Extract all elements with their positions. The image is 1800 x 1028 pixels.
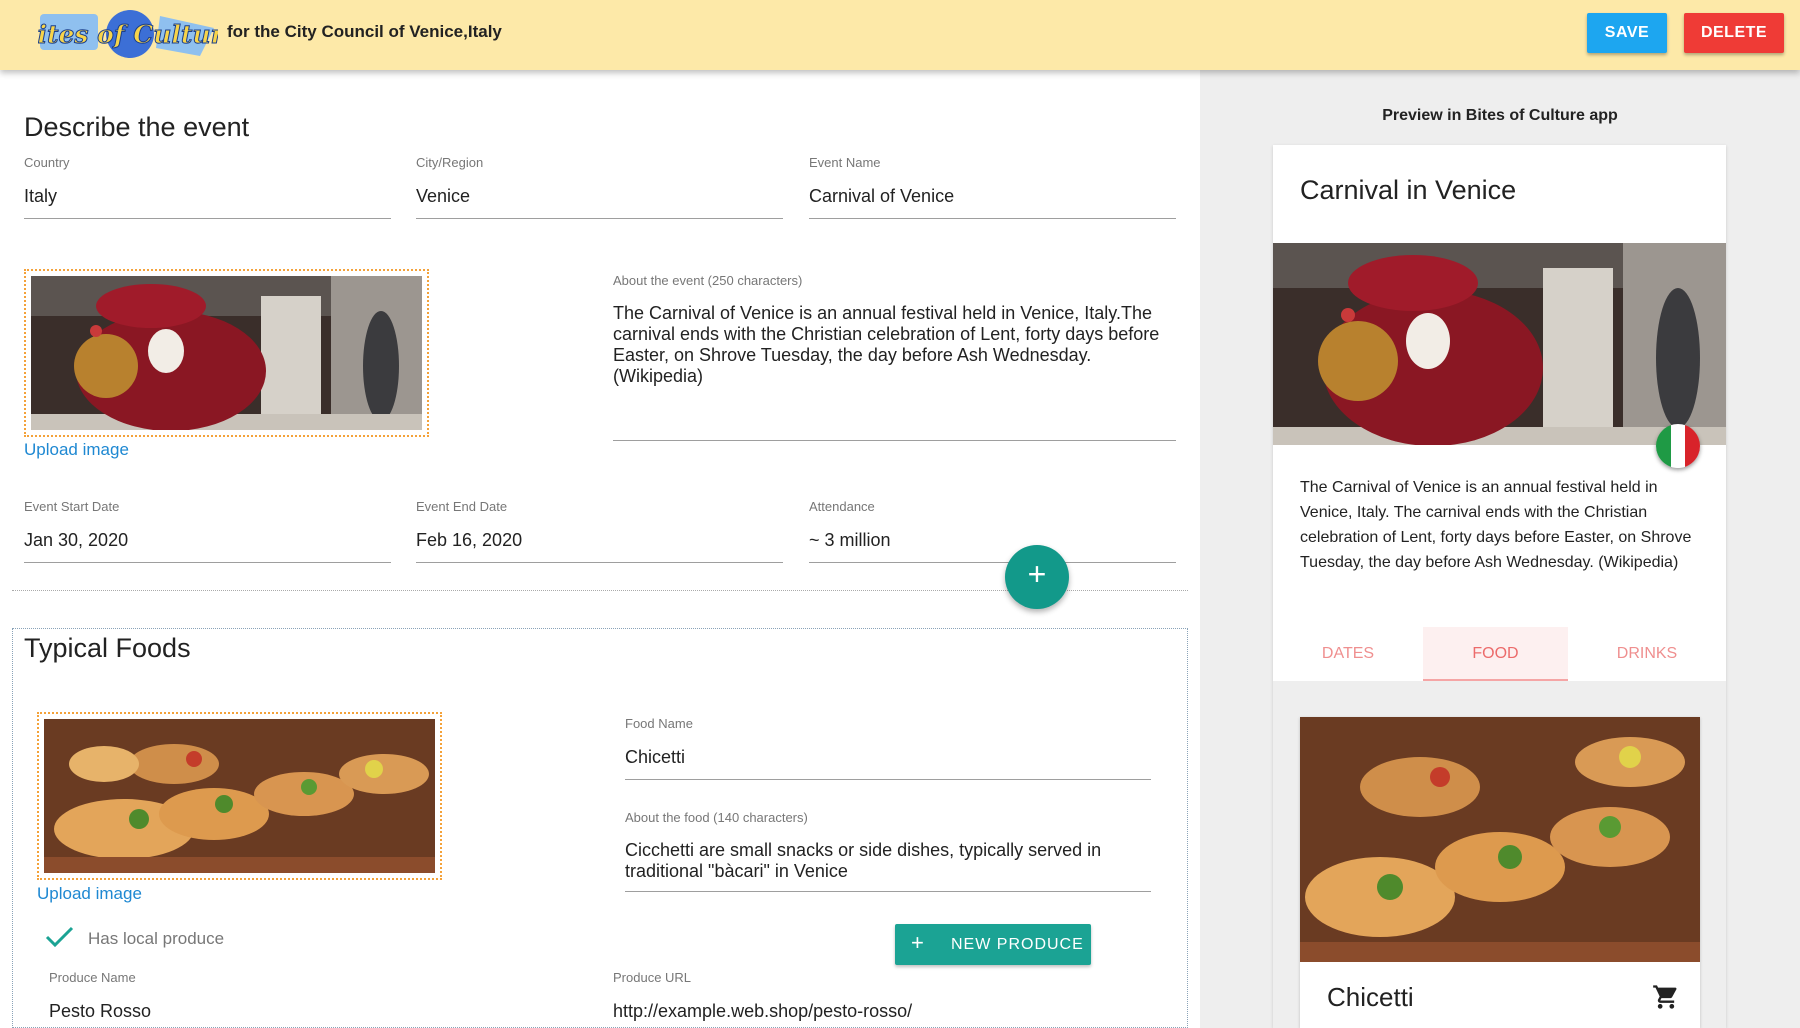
tab-drinks[interactable]: DRINKS: [1568, 627, 1726, 681]
produce-url-field[interactable]: Produce URL http://example.web.shop/pest…: [613, 970, 1153, 1028]
end-date-value: Feb 16, 2020: [416, 530, 523, 550]
event-about-label: About the event (250 characters): [613, 273, 803, 288]
new-produce-label: NEW PRODUCE: [951, 936, 1084, 953]
food-about-value: Cicchetti are small snacks or side dishe…: [625, 840, 1102, 881]
produce-name-label: Produce Name: [49, 970, 136, 985]
end-date-field[interactable]: Event End Date Feb 16, 2020: [416, 499, 783, 563]
new-produce-button[interactable]: + NEW PRODUCE: [895, 924, 1091, 965]
start-date-field[interactable]: Event Start Date Jan 30, 2020: [24, 499, 391, 563]
attendance-field[interactable]: Attendance ~ 3 million: [809, 499, 1176, 563]
event-name-label: Event Name: [809, 155, 881, 170]
event-about-value: The Carnival of Venice is an annual fest…: [613, 303, 1160, 386]
city-value: Venice: [416, 186, 471, 206]
food-name-label: Food Name: [625, 716, 693, 731]
app-header: Bites of Culture for the City Council of…: [0, 0, 1800, 70]
food-name-field[interactable]: Food Name Chicetti: [625, 716, 1151, 780]
check-icon[interactable]: [45, 925, 75, 949]
delete-button[interactable]: DELETE: [1684, 13, 1784, 53]
attendance-label: Attendance: [809, 499, 875, 514]
city-field[interactable]: City/Region Venice: [416, 155, 783, 219]
tab-food[interactable]: FOOD: [1423, 627, 1568, 681]
food-upload-image-link[interactable]: Upload image: [37, 884, 142, 904]
country-value: Italy: [24, 186, 58, 206]
start-date-label: Event Start Date: [24, 499, 120, 514]
event-name-value: Carnival of Venice: [809, 186, 955, 206]
country-field[interactable]: Country Italy: [24, 155, 391, 219]
preview-title: Carnival in Venice: [1300, 175, 1517, 205]
event-upload-image-link[interactable]: Upload image: [24, 440, 129, 460]
produce-name-field[interactable]: Produce Name Pesto Rosso: [49, 970, 569, 1028]
preview-heading: Preview in Bites of Culture app: [1382, 107, 1618, 124]
plus-icon: +: [1027, 556, 1047, 592]
food-about-label: About the food (140 characters): [625, 810, 808, 825]
italy-flag-icon: [1656, 424, 1700, 468]
food-image-dropzone[interactable]: [37, 712, 442, 880]
has-local-produce-label: Has local produce: [88, 929, 225, 948]
save-button[interactable]: SAVE: [1587, 13, 1667, 53]
tab-dates[interactable]: DATES: [1273, 627, 1423, 681]
logo-icon: Bites of Culture: [38, 10, 218, 58]
preview-description: The Carnival of Venice is an annual fest…: [1300, 479, 1692, 571]
preview-food-card[interactable]: Chicetti: [1300, 717, 1700, 1028]
food-name-value: Chicetti: [625, 747, 686, 767]
food-image: [44, 719, 435, 873]
header-tagline: for the City Council of Venice,Italy: [227, 22, 502, 41]
produce-name-value: Pesto Rosso: [49, 1001, 152, 1021]
start-date-value: Jan 30, 2020: [24, 530, 129, 550]
plus-icon: +: [911, 930, 925, 955]
preview-event-image: [1273, 243, 1726, 445]
event-image-dropzone[interactable]: [24, 269, 429, 437]
preview-food-image: [1300, 717, 1700, 962]
end-date-label: Event End Date: [416, 499, 508, 514]
city-label: City/Region: [416, 155, 484, 170]
produce-url-label: Produce URL: [613, 970, 692, 985]
svg-text:Bites of Culture: Bites of Culture: [38, 20, 218, 49]
cart-icon[interactable]: [1652, 983, 1680, 1011]
event-name-field[interactable]: Event Name Carnival of Venice: [809, 155, 1176, 219]
carnival-image: [31, 276, 422, 431]
event-about-field[interactable]: About the event (250 characters) The Car…: [613, 273, 1176, 441]
produce-url-value: http://example.web.shop/pesto-rosso/: [613, 1001, 913, 1021]
food-about-field[interactable]: About the food (140 characters) Cicchett…: [625, 810, 1151, 892]
add-food-button[interactable]: +: [1005, 545, 1069, 609]
country-label: Country: [24, 155, 70, 170]
preview-food-title: Chicetti: [1327, 982, 1414, 1012]
attendance-value: ~ 3 million: [809, 530, 891, 550]
event-section-title: Describe the event: [24, 112, 250, 142]
